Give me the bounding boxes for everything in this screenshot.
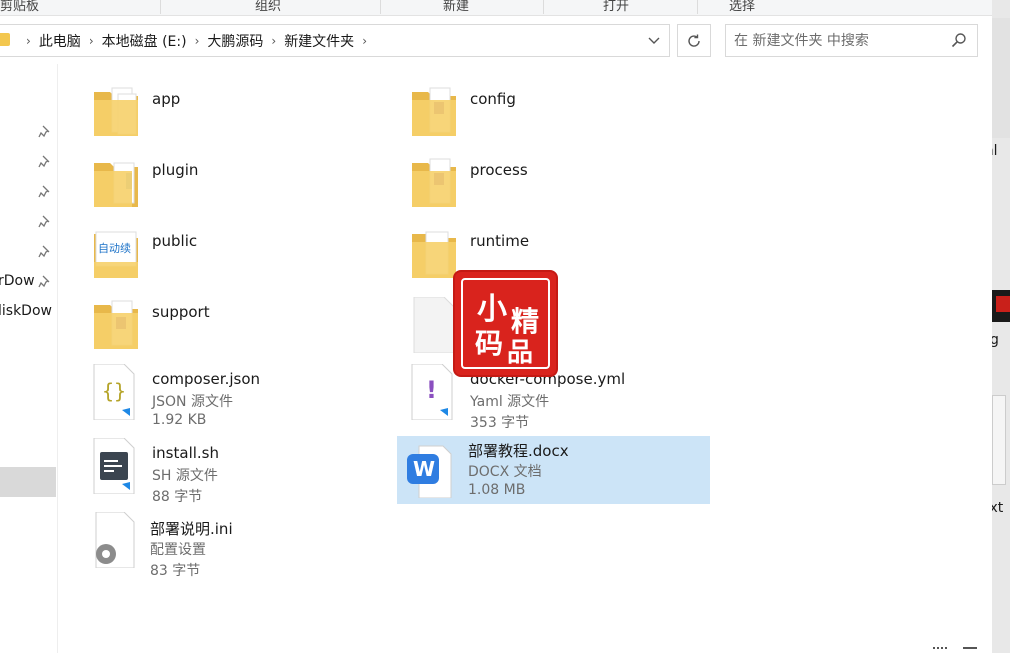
nav-item-label[interactable]: liskDow (0, 303, 52, 319)
folder-icon (412, 231, 456, 278)
yaml-file-icon: ! (411, 364, 453, 420)
folder-icon (94, 162, 138, 207)
breadcrumb-this-pc[interactable]: 此电脑 (33, 31, 87, 51)
ribbon-group-clipboard: 剪贴板 (0, 0, 40, 14)
file-name: composer.json (152, 370, 261, 388)
nav-item-label[interactable]: rDow (0, 273, 35, 289)
ini-file-icon (95, 512, 135, 568)
nav-item-selected[interactable] (0, 467, 56, 497)
file-name: process (470, 161, 528, 179)
breadcrumb-dapeng[interactable]: 大鹏源码 (201, 31, 269, 51)
ribbon-separator (160, 0, 161, 14)
chevron-right-icon[interactable]: › (269, 34, 278, 48)
list-item[interactable]: config (410, 84, 710, 154)
address-bar[interactable]: › 此电脑 › 本地磁盘 (E:) › 大鹏源码 › 新建文件夹 › (0, 24, 670, 57)
svg-text:W: W (413, 457, 435, 481)
file-size: 1.08 MB (468, 482, 526, 498)
chevron-right-icon[interactable]: › (24, 34, 33, 48)
file-name: 部署说明.ini (150, 520, 233, 538)
breadcrumb: › 此电脑 › 本地磁盘 (E:) › 大鹏源码 › 新建文件夹 › (24, 25, 369, 56)
file-name: public (152, 232, 198, 250)
file-name: runtime (470, 232, 530, 250)
background-text: ml (992, 143, 998, 159)
file-type: SH 源文件 (152, 468, 218, 484)
list-item[interactable]: process (410, 155, 710, 225)
list-item[interactable]: 部署说明.ini 配置设置 83 字节 (84, 512, 384, 582)
list-item-selected[interactable]: W 部署教程.docx DOCX 文档 1.08 MB (397, 436, 710, 504)
search-box[interactable] (725, 24, 978, 57)
file-size: 353 字节 (470, 415, 530, 431)
ribbon-separator (543, 0, 544, 14)
ribbon-separator (697, 0, 698, 14)
refresh-button[interactable] (677, 24, 711, 57)
pin-icon[interactable] (38, 245, 52, 259)
view-toggle-icons[interactable] (933, 647, 993, 653)
chevron-right-icon[interactable]: › (360, 34, 369, 48)
list-item[interactable]: plugin (92, 155, 392, 225)
svg-text:自动续: 自动续 (98, 241, 131, 255)
file-type: Yaml 源文件 (470, 394, 550, 410)
json-file-icon: {} (93, 364, 135, 420)
navigation-pane: rDow liskDow (0, 64, 58, 653)
list-item[interactable]: 自动续 public (92, 226, 392, 296)
file-type: 配置设置 (150, 542, 206, 558)
ribbon-group-labels: 剪贴板 组织 新建 打开 选择 (0, 0, 992, 16)
breadcrumb-local-disk[interactable]: 本地磁盘 (E:) (96, 31, 193, 51)
file-size: 1.92 KB (152, 412, 207, 428)
list-item[interactable]: app (92, 84, 392, 154)
svg-text:{}: {} (102, 379, 126, 403)
pin-icon[interactable] (38, 185, 52, 199)
chevron-right-icon[interactable]: › (87, 34, 96, 48)
ribbon-group-open: 打开 (603, 0, 630, 14)
watermark-stamp: 小 精 码 品 (455, 272, 556, 375)
search-input[interactable] (734, 31, 944, 51)
shell-file-icon (93, 438, 135, 494)
ribbon-group-select: 选择 (729, 0, 756, 14)
list-item[interactable]: install.sh SH 源文件 88 字节 (92, 438, 392, 508)
pin-icon[interactable] (38, 155, 52, 169)
list-item[interactable]: {} composer.json JSON 源文件 1.92 KB (92, 364, 392, 434)
file-type: JSON 源文件 (152, 394, 233, 410)
pin-icon[interactable] (38, 215, 52, 229)
chevron-down-icon[interactable] (639, 25, 669, 56)
folder-icon (0, 33, 10, 46)
folder-icon (412, 158, 456, 207)
stamp-char: 品 (507, 338, 534, 368)
folder-icon: 自动续 (94, 231, 138, 278)
file-name: support (152, 303, 210, 321)
ribbon-group-organize: 组织 (255, 0, 282, 14)
file-type: DOCX 文档 (468, 464, 542, 480)
file-name: app (152, 90, 181, 108)
file-size: 88 字节 (152, 489, 203, 505)
background-window-edge: ml g txt (992, 0, 1010, 653)
ribbon-separator (380, 0, 381, 14)
word-document-icon: W (407, 445, 452, 498)
search-icon[interactable] (951, 32, 967, 48)
background-text: g (992, 332, 999, 348)
stamp-char: 码 (475, 327, 504, 360)
list-item[interactable]: support (92, 297, 392, 367)
svg-text:!: ! (426, 376, 437, 404)
pin-icon[interactable] (38, 125, 52, 139)
breadcrumb-new-folder[interactable]: 新建文件夹 (278, 31, 360, 51)
folder-icon (94, 87, 138, 136)
file-icon (413, 297, 455, 353)
folder-icon (412, 87, 456, 136)
file-name: plugin (152, 161, 199, 179)
refresh-icon (688, 34, 700, 47)
background-text: txt (992, 500, 1004, 516)
chevron-right-icon[interactable]: › (193, 34, 202, 48)
file-size: 83 字节 (150, 563, 201, 579)
file-name: config (470, 90, 516, 108)
file-name: 部署教程.docx (468, 442, 569, 460)
file-name: install.sh (152, 444, 219, 462)
list-item[interactable]: ! docker-compose.yml Yaml 源文件 353 字节 (410, 364, 710, 434)
folder-icon (94, 300, 138, 349)
ribbon-group-new: 新建 (443, 0, 470, 14)
pin-icon[interactable] (38, 275, 52, 289)
